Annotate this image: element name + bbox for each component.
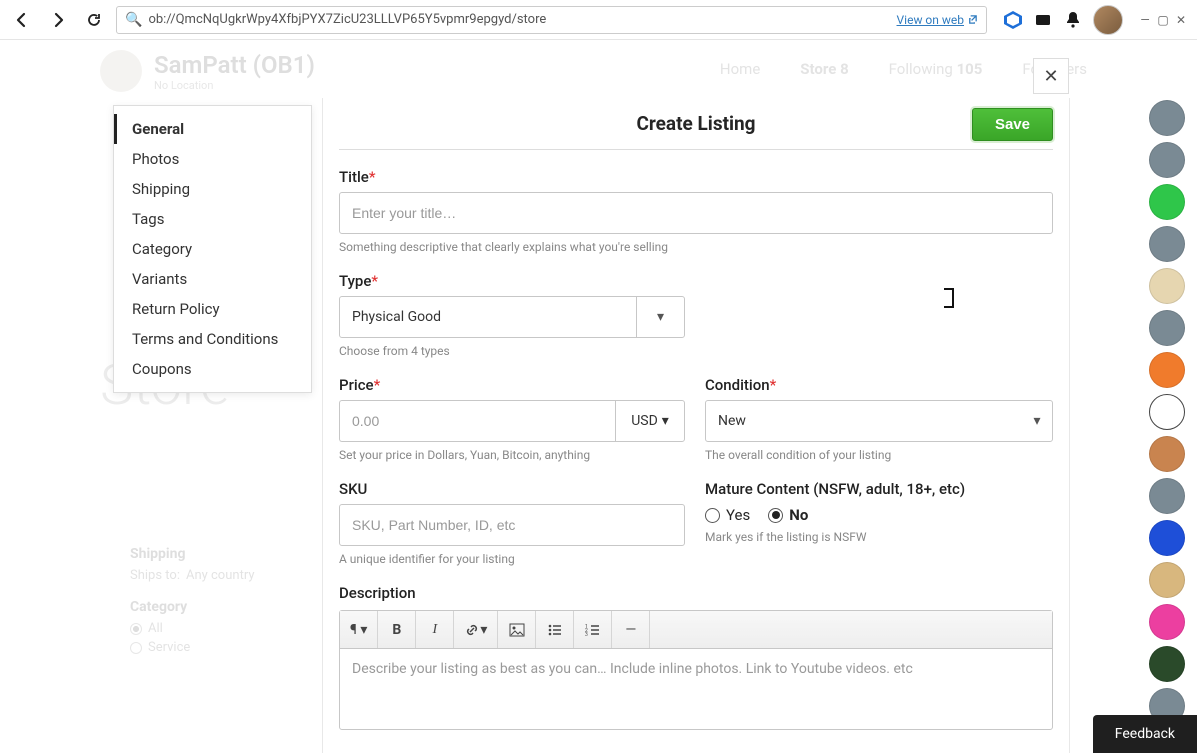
sku-hint: A unique identifier for your listing [339,552,687,566]
window-close-icon[interactable]: ✕ [1173,12,1189,28]
currency-select[interactable]: USD ▾ [615,400,685,442]
rail-avatar[interactable] [1149,646,1185,682]
type-select[interactable]: Physical Good ▾ [339,296,685,338]
rail-avatar[interactable] [1149,520,1185,556]
rail-avatar[interactable] [1149,352,1185,388]
rail-avatar[interactable] [1149,226,1185,262]
sidebar-item-coupons[interactable]: Coupons [114,354,311,384]
contacts-rail [1149,100,1187,724]
condition-label: Condition [705,376,770,394]
mature-no-radio[interactable]: No [768,506,808,524]
title-hint: Something descriptive that clearly expla… [339,240,1053,254]
window-minimize-icon[interactable]: — [1137,12,1153,28]
rte-bold-icon[interactable]: B [378,611,416,648]
sidebar-item-shipping[interactable]: Shipping [114,174,311,204]
type-label: Type [339,272,371,290]
rail-avatar[interactable] [1149,604,1185,640]
view-on-web-link[interactable]: View on web [897,13,978,27]
address-text: ob://QmcNqUgkrWpy4XfbjPYX7ZicU23LLLVP65Y… [148,12,546,27]
price-hint: Set your price in Dollars, Yuan, Bitcoin… [339,448,687,462]
reload-button[interactable] [80,6,108,34]
rail-avatar[interactable] [1149,478,1185,514]
sidebar-item-tags[interactable]: Tags [114,204,311,234]
wallet-icon[interactable] [1033,10,1053,30]
price-input[interactable] [339,400,615,442]
rte-ul-icon[interactable] [536,611,574,648]
price-label: Price [339,376,374,394]
forward-button[interactable] [44,6,72,34]
form-title: Create Listing [636,112,755,135]
sidebar-item-terms-and-conditions[interactable]: Terms and Conditions [114,324,311,354]
rail-avatar[interactable] [1149,394,1185,430]
rail-avatar[interactable] [1149,268,1185,304]
top-toolbar: 🔍 ob://QmcNqUgkrWpy4XfbjPYX7ZicU23LLLVP6… [0,0,1197,40]
rte-hr-icon[interactable]: — [612,611,650,648]
user-avatar[interactable] [1093,5,1123,35]
rail-avatar[interactable] [1149,562,1185,598]
sidebar-item-photos[interactable]: Photos [114,144,311,174]
sidebar-item-general[interactable]: General [114,114,311,144]
back-button[interactable] [8,6,36,34]
listing-section-nav: GeneralPhotosShippingTagsCategoryVariant… [113,105,312,393]
rail-avatar[interactable] [1149,142,1185,178]
notifications-icon[interactable] [1063,10,1083,30]
mature-yes-radio[interactable]: Yes [705,506,750,524]
description-textarea[interactable]: Describe your listing as best as you can… [340,649,1052,729]
rte-image-icon[interactable] [498,611,536,648]
address-bar[interactable]: 🔍 ob://QmcNqUgkrWpy4XfbjPYX7ZicU23LLLVP6… [116,6,987,34]
save-button[interactable]: Save [972,108,1053,141]
mature-hint: Mark yes if the listing is NSFW [705,530,1053,544]
rte-ol-icon[interactable]: 123 [574,611,612,648]
sku-input[interactable] [339,504,685,546]
svg-text:3: 3 [585,632,588,637]
sidebar-item-return-policy[interactable]: Return Policy [114,294,311,324]
search-icon: 🔍 [125,12,142,28]
mature-label: Mature Content (NSFW, adult, 18+, etc) [705,480,1053,498]
chevron-down-icon: ▾ [636,297,684,337]
type-hint: Choose from 4 types [339,344,1053,358]
sidebar-item-category[interactable]: Category [114,234,311,264]
sku-label: SKU [339,480,687,498]
description-editor: ¶ ▾ B I ▾ 123 — Describe your listing as… [339,610,1053,730]
window-maximize-icon[interactable]: ▢ [1155,12,1171,28]
rte-paragraph-icon[interactable]: ¶ ▾ [340,611,378,648]
close-modal-button[interactable]: ✕ [1033,58,1069,94]
condition-select[interactable]: New ▾ [705,400,1053,442]
sidebar-item-variants[interactable]: Variants [114,264,311,294]
app-logo-icon[interactable] [1003,10,1023,30]
title-input[interactable] [339,192,1053,234]
toolbar-right: — ▢ ✕ [995,5,1189,35]
condition-hint: The overall condition of your listing [705,448,1053,462]
description-label: Description [339,584,1053,602]
feedback-button[interactable]: Feedback [1093,715,1197,753]
rte-link-icon[interactable]: ▾ [454,611,498,648]
rail-avatar[interactable] [1149,184,1185,220]
create-listing-form: Create Listing Save Title* Something des… [322,98,1070,753]
chevron-down-icon: ▾ [662,413,669,429]
chevron-down-icon: ▾ [1022,401,1052,441]
title-label: Title [339,168,369,186]
rail-avatar[interactable] [1149,436,1185,472]
rte-italic-icon[interactable]: I [416,611,454,648]
rail-avatar[interactable] [1149,100,1185,136]
rail-avatar[interactable] [1149,310,1185,346]
